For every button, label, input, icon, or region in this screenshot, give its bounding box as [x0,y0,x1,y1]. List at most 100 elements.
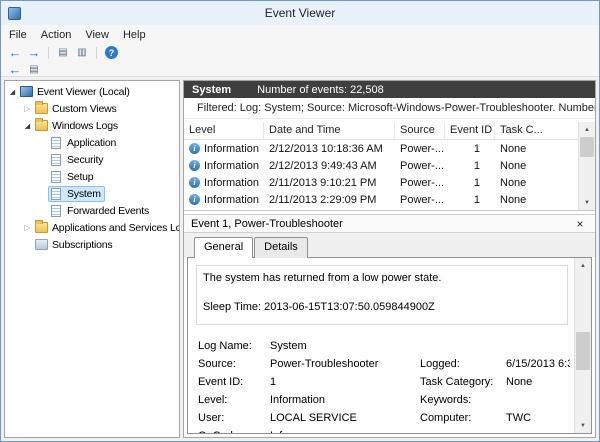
tree-item-applications-and-services-logs[interactable]: ▷ Applications and Services Logs [5,219,179,236]
log-name: System [192,84,231,96]
titlebar: Event Viewer [1,1,599,25]
event-sleep-time: Sleep Time: 2013-06-15T13:07:50.05984490… [203,300,561,315]
column-header-event-id[interactable]: Event ID [445,122,495,139]
tree-item-label: Event Viewer (Local) [37,86,130,98]
tab-details[interactable]: Details [254,237,308,258]
tree-item-label: Applications and Services Logs [52,222,180,234]
tree-item-windows-logs[interactable]: ◢Windows Logs [5,117,179,134]
tree-item-label: Setup [67,171,93,183]
column-header-date-and-time[interactable]: Date and Time [264,122,395,139]
tree-item-content: Subscriptions [33,237,116,253]
field-label: Level: [198,394,270,406]
scroll-up-icon[interactable]: ▲ [575,258,591,273]
preview-pane: Event 1, Power-Troubleshooter × GeneralD… [184,214,595,437]
menu-view[interactable]: View [78,28,116,41]
tree-item-subscriptions[interactable]: Subscriptions [5,236,179,253]
menu-file[interactable]: File [2,28,34,41]
tree-item-label: System [67,188,101,200]
field-label: Source: [198,358,270,370]
table-row[interactable]: iInformation2/12/2013 9:49:43 AMPower-..… [184,157,578,174]
tree-item-security[interactable]: Security [5,151,179,168]
event-viewer-icon [20,86,33,97]
tree-item-setup[interactable]: Setup [5,168,179,185]
events-scrollbar[interactable]: ▲ ▼ [578,122,595,210]
close-icon[interactable]: × [572,217,588,231]
back-arrow-icon[interactable]: ← [6,62,24,76]
forward-arrow-icon[interactable]: → [25,46,43,60]
log-icon [51,188,61,200]
collapsed-expander-icon[interactable]: ▷ [22,104,33,113]
tree-item-label: Application [67,137,116,149]
cell-level-text: Information [204,160,259,172]
cell-task-category: None [495,143,578,155]
detail-field-row: User:LOCAL SERVICEComputer:TWC [198,409,570,427]
field-label: Logged: [420,358,506,370]
tab-general[interactable]: General [194,237,253,258]
event-message: The system has returned from a low power… [203,271,561,286]
menu-action[interactable]: Action [34,28,79,41]
show-console-tree-icon[interactable]: ▤ [54,46,72,60]
export-list-icon[interactable]: ▥ [73,46,91,60]
toolbar-secondary: ←▤ [1,62,599,77]
window-icon[interactable] [8,7,21,20]
scroll-thumb[interactable] [576,332,590,370]
tree-item-label: Subscriptions [52,239,112,251]
scroll-up-icon[interactable]: ▲ [579,122,595,137]
cell-event-id: 1 [445,177,495,189]
cell-level-text: Information [204,143,259,155]
field-label: Log Name: [198,340,270,352]
expanded-expander-icon[interactable]: ◢ [7,88,18,96]
show-console-tree-icon[interactable]: ▤ [25,62,43,76]
help-icon[interactable]: ? [105,46,118,59]
cell-source: Power-... [395,194,445,206]
tree-item-custom-views[interactable]: ▷Custom Views [5,100,179,117]
cell-task-category: None [495,194,578,206]
cell-event-id: 1 [445,160,495,172]
table-row[interactable]: iInformation2/12/2013 10:18:36 AMPower-.… [184,140,578,157]
results-pane: System Number of events: 22,508 Filtered… [183,80,596,438]
column-header-level[interactable]: Level [184,122,264,139]
detail-field-row: Event ID:1Task Category:None [198,373,570,391]
cell-level: iInformation [184,143,264,155]
tree-item-application[interactable]: Application [5,134,179,151]
detail-field-row: Source:Power-TroubleshooterLogged:6/15/2… [198,355,570,373]
cell-event-id: 1 [445,143,495,155]
field-value: System [270,340,420,352]
detail-box: The system has returned from a low power… [187,257,592,434]
toolbar-main: ←→ ▤▥? [1,43,599,62]
cell-task-category: None [495,160,578,172]
log-icon [51,171,61,183]
table-row[interactable]: iInformation2/11/2013 2:29:09 PMPower-..… [184,191,578,208]
toolbar-separator [96,47,97,59]
expanded-expander-icon[interactable]: ◢ [22,122,33,130]
tree-item-content: Applications and Services Logs [33,220,180,236]
event-description-box: The system has returned from a low power… [196,265,568,325]
table-row[interactable]: iInformation2/11/2013 9:10:21 PMPower-..… [184,174,578,191]
tree-item-forwarded-events[interactable]: Forwarded Events [5,202,179,219]
tree-item-system[interactable]: System [5,185,179,202]
tree-item-event-viewer-local[interactable]: ◢ Event Viewer (Local) [5,83,179,100]
field-label: Computer: [420,412,506,424]
scroll-down-icon[interactable]: ▼ [575,418,591,433]
back-arrow-icon[interactable]: ← [6,46,24,60]
detail-scrollbar[interactable]: ▲ ▼ [574,258,591,433]
field-value: Power-Troubleshooter [270,358,420,370]
cell-level: iInformation [184,194,264,206]
column-header-task-c[interactable]: Task C... [495,122,581,139]
field-value: 6/15/2013 6:38:04 [506,358,570,370]
content: ◢Event Viewer (Local)▷Custom Views◢Windo… [1,77,599,441]
scroll-thumb[interactable] [580,137,594,157]
tree-item-content: Event Viewer (Local) [18,84,134,100]
cell-date-time: 2/11/2013 9:10:21 PM [264,177,395,189]
log-icon [51,205,61,217]
menu-help[interactable]: Help [116,28,153,41]
tree-item-content: Custom Views [33,101,121,117]
collapsed-expander-icon[interactable]: ▷ [22,223,33,232]
column-header-source[interactable]: Source [395,122,445,139]
tree-item-label: Forwarded Events [67,205,149,217]
field-value: TWC [506,412,570,424]
field-value: Info [270,430,420,433]
folder-icon [35,103,48,114]
scroll-down-icon[interactable]: ▼ [579,195,595,210]
tree-item-content: Windows Logs [33,118,122,134]
